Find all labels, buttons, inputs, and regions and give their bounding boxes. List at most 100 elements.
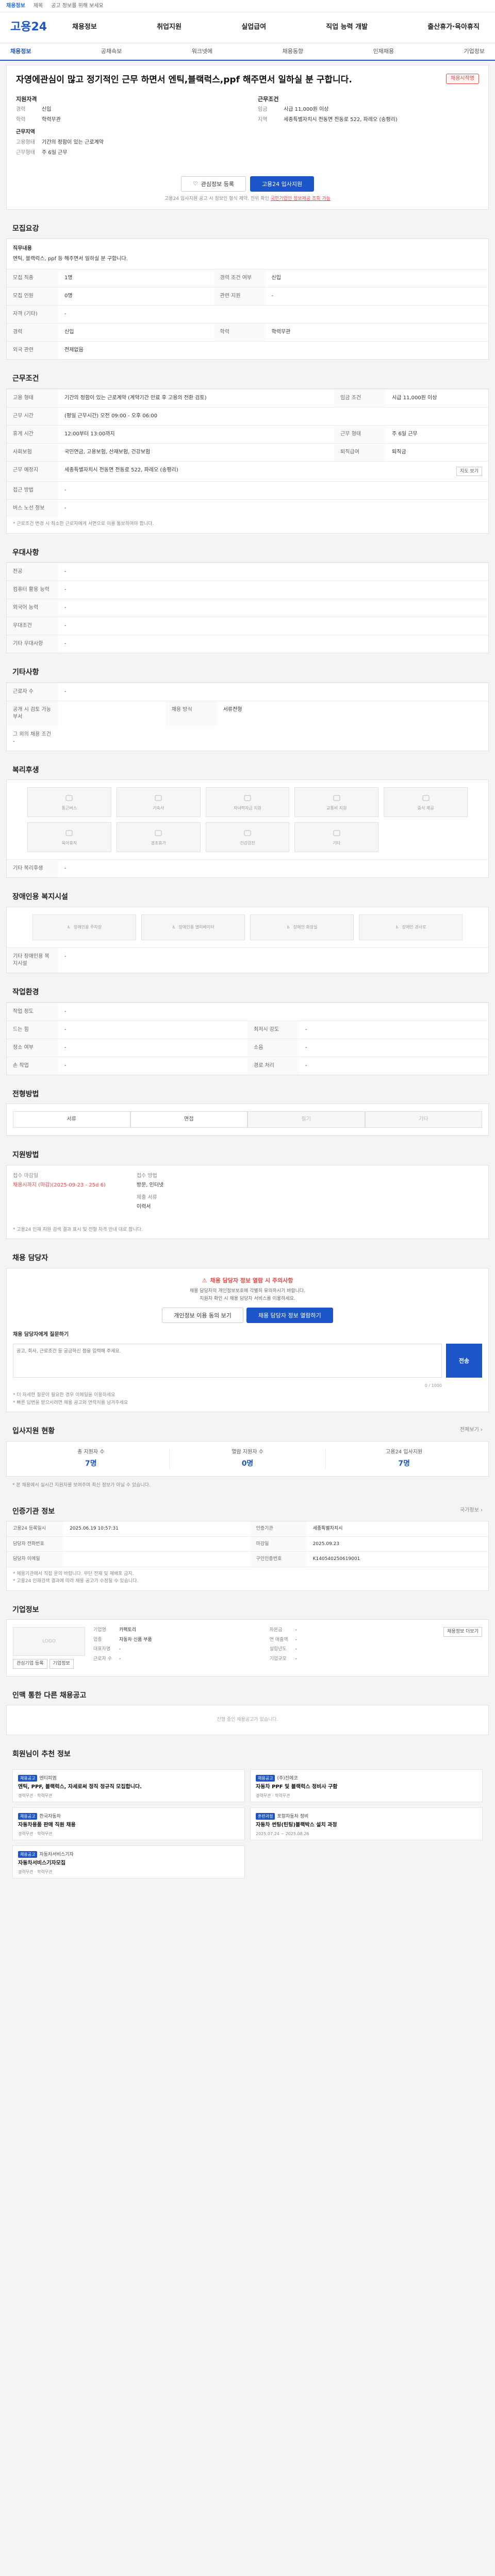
recommend-item[interactable]: 채용공고 (주)진에코 자동차 PPF 및 블랙럭스 정비사 구함 경력무관 · 학력… [250, 1769, 483, 1802]
gnb-item[interactable]: 출산휴가·육아휴직 [427, 23, 480, 32]
kv-value: 신입 [42, 106, 52, 112]
subnav-item[interactable]: 채용정보 [10, 47, 31, 55]
privacy-consent-button[interactable]: 개인정보 이용 동의 보기 [162, 1307, 243, 1323]
welfare-item: 교통비 지원 [294, 787, 379, 818]
company-info-button[interactable]: 기업정보 [49, 1659, 74, 1669]
sub-nav: 채용정보 공채속보 워크넷에 채용동향 인재채용 기업정보 [0, 43, 495, 61]
method-key: 접수 마감일 [13, 1173, 39, 1179]
map-button[interactable]: 지도 보기 [456, 466, 482, 477]
note-link[interactable]: 국민기업인 정보제공 조회 가능 [271, 196, 331, 201]
site-logo[interactable]: 고용24 [10, 20, 72, 36]
type-badge: 채용공고 [18, 1812, 38, 1820]
section-title: 전형방법 [6, 1082, 489, 1104]
kv-key: 근무지역 [16, 129, 35, 135]
alert-text: 채용 담당자 정보 열람 시 주의사항 [210, 1277, 293, 1284]
conditions-heading: 근무조건 [258, 95, 279, 103]
welfare-icon [244, 830, 251, 836]
section-title: 인맥 통한 다른 채용공고 [6, 1683, 489, 1705]
welfare-item: 경조휴가 [116, 822, 201, 853]
process-step: 서류 [13, 1111, 130, 1128]
topbar-text-2: 공고 정보를 위해 보세요 [51, 3, 104, 9]
kv-value: 주 6일 근무 [42, 149, 68, 156]
welfare-icon [333, 795, 340, 801]
follow-company-button[interactable]: 관심기업 등록 [13, 1659, 47, 1669]
kv-value: 학력무관 [42, 116, 61, 123]
stat-online: 7명 [398, 1459, 410, 1468]
subnav-item[interactable]: 워크넷에 [192, 47, 212, 55]
subnav-item[interactable]: 인재채용 [373, 47, 394, 55]
kv-key: 경력 [16, 106, 26, 112]
info-card: 고용24 등록일시 2025.06.19 10:57:31 인증기관 세종특별자치시 … [6, 1521, 489, 1591]
qualification-heading: 지원자격 [16, 95, 37, 103]
welfare-icon [333, 830, 340, 836]
section-title: 우대사항 [6, 540, 489, 563]
job-summary-card: 채용시작명 자영에관심이 많고 정기적인 근무 하면서 엔틱,블랙럭스,ppf … [6, 65, 489, 210]
info-link[interactable]: 국가정보 › [460, 1507, 483, 1514]
section-title: 기타사항 [6, 660, 489, 682]
view-manager-button[interactable]: 채용 담당자 정보 열람하기 [246, 1307, 333, 1323]
subnav-item[interactable]: 기업정보 [464, 47, 484, 55]
button-label: 관심정보 등록 [201, 180, 234, 188]
others-card: 진행 중인 채용공고가 없습니다. [6, 1705, 489, 1736]
welfare-item: 기숙사 [116, 787, 201, 818]
welfare-item: 기타 [294, 822, 379, 853]
welfare-icon [422, 795, 430, 801]
view-all-link[interactable]: 전체보기 › [460, 1427, 483, 1434]
save-interest-button[interactable]: ♡ 관심정보 등록 [180, 176, 246, 192]
recommend-item[interactable]: 채용공고 한국자동차 자동차용품 판매 직원 채용 경력무관 · 학력무관 [12, 1807, 245, 1840]
work-note: * 근로조건 변경 시 최소한 근로자에게 서면으로 이를 통보하여야 합니다. [13, 521, 154, 527]
section-title: 지원방법 [6, 1143, 489, 1165]
subnav-item[interactable]: 공채속보 [101, 47, 122, 55]
job-title: 자영에관심이 많고 정기적인 근무 하면서 엔틱,블랙럭스,ppf 해주면서 일… [16, 75, 352, 85]
welfare-icon [65, 795, 73, 801]
type-badge: 훈련과정 [256, 1812, 275, 1820]
recommend-item[interactable]: 채용공고 자동차서비스기자 자동차서비스기자모집 경력무관 · 학력무관 [12, 1845, 245, 1878]
section-title: 기업정보 [6, 1598, 489, 1620]
manager-desc: 지원자 확인 시 채용 담당자 서비스를 이용하세요. [200, 1296, 295, 1301]
send-question-button[interactable]: 전송 [446, 1343, 482, 1378]
gnb-item[interactable]: 직업 능력 개발 [326, 23, 368, 32]
section-title: 입사지원 현황 전체보기 › [6, 1419, 489, 1441]
accessibility-icon: ♿ [395, 925, 399, 930]
duty-text: 엔틱, 블랙럭스, ppf 등 해주면서 일하실 분 구합니다. [13, 256, 128, 262]
qa-title: 채용 담당자에게 질문하기 [13, 1331, 69, 1337]
welfare-card: 통근버스 기숙사 자녀학자금 지원 교통비 지원 중식 제공 육아휴직 경조휴가 건강검진 기타… [6, 779, 489, 878]
kv-value: 세종특별자치시 전동면 전동로 522, 파레오 (송평리) [284, 116, 398, 123]
access-item: ♿ 장애인 화장실 [250, 914, 354, 941]
kv-key: 임금 [258, 106, 268, 112]
qa-counter: 0 / 1000 [424, 1383, 442, 1388]
duty-label: 직무내용 [13, 246, 32, 252]
type-badge: 채용공고 [18, 1774, 38, 1782]
apply-button[interactable]: 고용24 입사지원 [250, 176, 315, 192]
question-input[interactable] [13, 1343, 442, 1378]
empty-message: 진행 중인 채용공고가 없습니다. [217, 1717, 278, 1723]
gnb-item[interactable]: 채용정보 [72, 23, 97, 32]
heart-icon: ♡ [192, 180, 198, 188]
section-title: 복리후생 [6, 758, 489, 780]
stat-total: 7명 [85, 1459, 97, 1468]
welfare-icon [244, 795, 251, 801]
method-value: 이력서 [136, 1204, 151, 1210]
kv-value: 시급 11,000원 이상 [284, 106, 329, 112]
welfare-item: 자녀학자금 지원 [205, 787, 290, 818]
status-note: * 본 채용에서 실시간 지원자를 보여주며 최신 정보가 아닐 수 있습니다. [12, 1483, 151, 1488]
recommend-item[interactable]: 훈련과정 포항자동차 정비 자동차 썬팅(틴팅)블랙박스 설치 과정 2025.07.… [250, 1807, 483, 1840]
recommend-item[interactable]: 채용공고 엔티피엠 엔틱, PPF, 블랙럭스, 자세로써 정직 정규직 모집합니다… [12, 1769, 245, 1802]
etc-card: 근로자 수- 공개 시 검토 가능 부서 채용 방식 서류전형 그 외의 채용 조건… [6, 682, 489, 751]
kv-value: 기간의 정함이 있는 근로계약 [42, 139, 104, 145]
section-title: 회원님이 추천 정보 [6, 1742, 489, 1764]
topbar-text: 제목 [33, 3, 43, 9]
subnav-item[interactable]: 채용동향 [283, 47, 303, 55]
more-jobs-button[interactable]: 채용정보 더보기 [443, 1627, 482, 1637]
company-logo: LOGO [13, 1627, 85, 1656]
gnb-item[interactable]: 취업지원 [157, 23, 182, 32]
gnb-item[interactable]: 실업급여 [241, 23, 266, 32]
manager-desc: 채용 담당자의 개인정보보호에 각별히 유의하시기 바랍니다. [189, 1289, 306, 1294]
recommend-grid: 채용공고 엔티피엠 엔틱, PPF, 블랙럭스, 자세로써 정직 정규직 모집합니다… [6, 1764, 489, 1884]
welfare-item: 건강검진 [205, 822, 290, 853]
access-item: ♿ 장애인 경사로 [359, 914, 463, 941]
apply-note: 고용24 입사지원 공고 시 정보인 형식 제약. 진위 확인 국민기업인 정보… [7, 196, 488, 210]
process-step: 기타 [365, 1111, 482, 1128]
access-grid: ♿ 장애인용 주차장 ♿ 장애인용 엘리베이터 ♿ 장애인 화장실 ♿ 장애인 경사로 [7, 907, 488, 947]
access-card: ♿ 장애인용 주차장 ♿ 장애인용 엘리베이터 ♿ 장애인 화장실 ♿ 장애인 경사로 기타 … [6, 907, 489, 974]
